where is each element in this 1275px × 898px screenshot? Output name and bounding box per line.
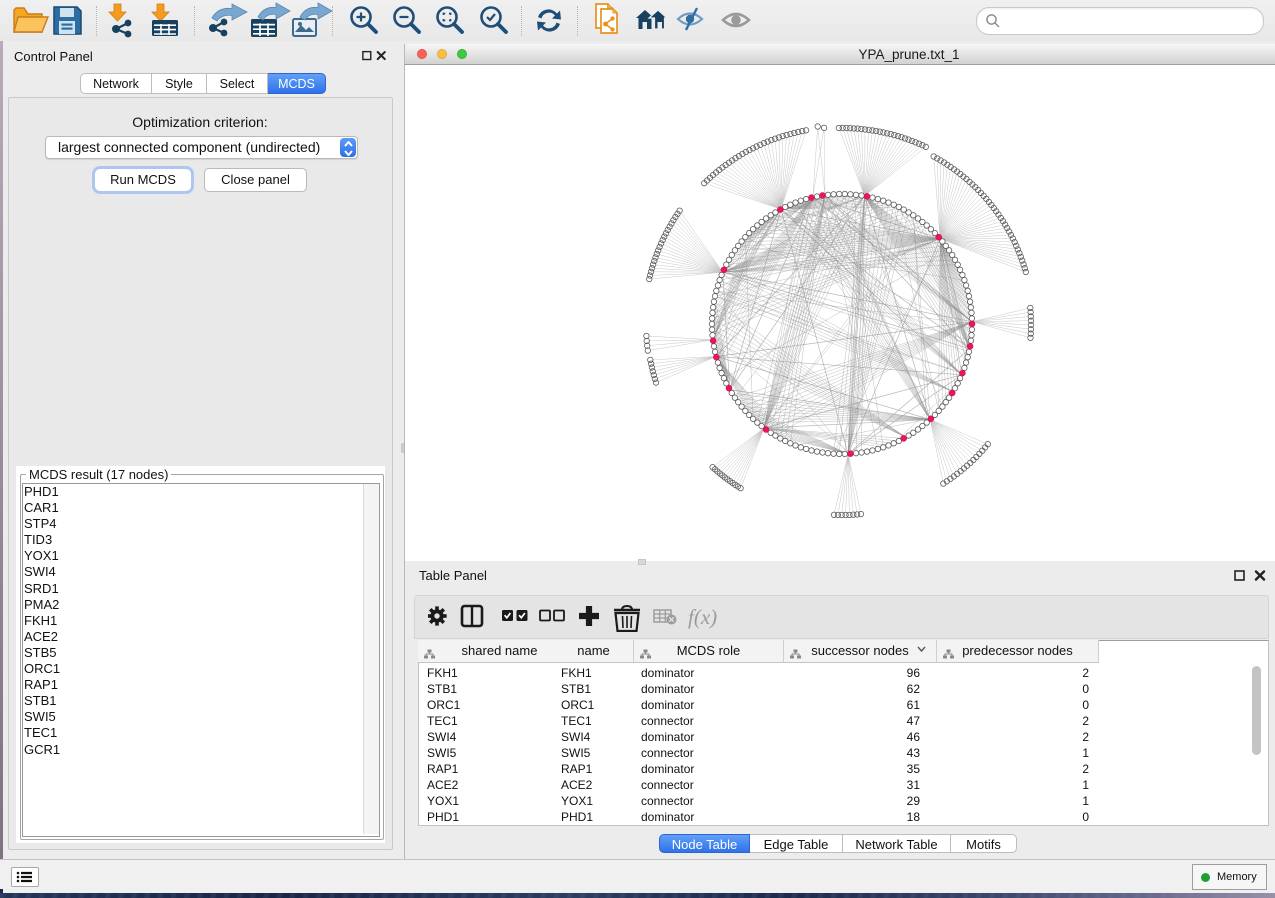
svg-text:f(x): f(x) xyxy=(688,605,717,629)
